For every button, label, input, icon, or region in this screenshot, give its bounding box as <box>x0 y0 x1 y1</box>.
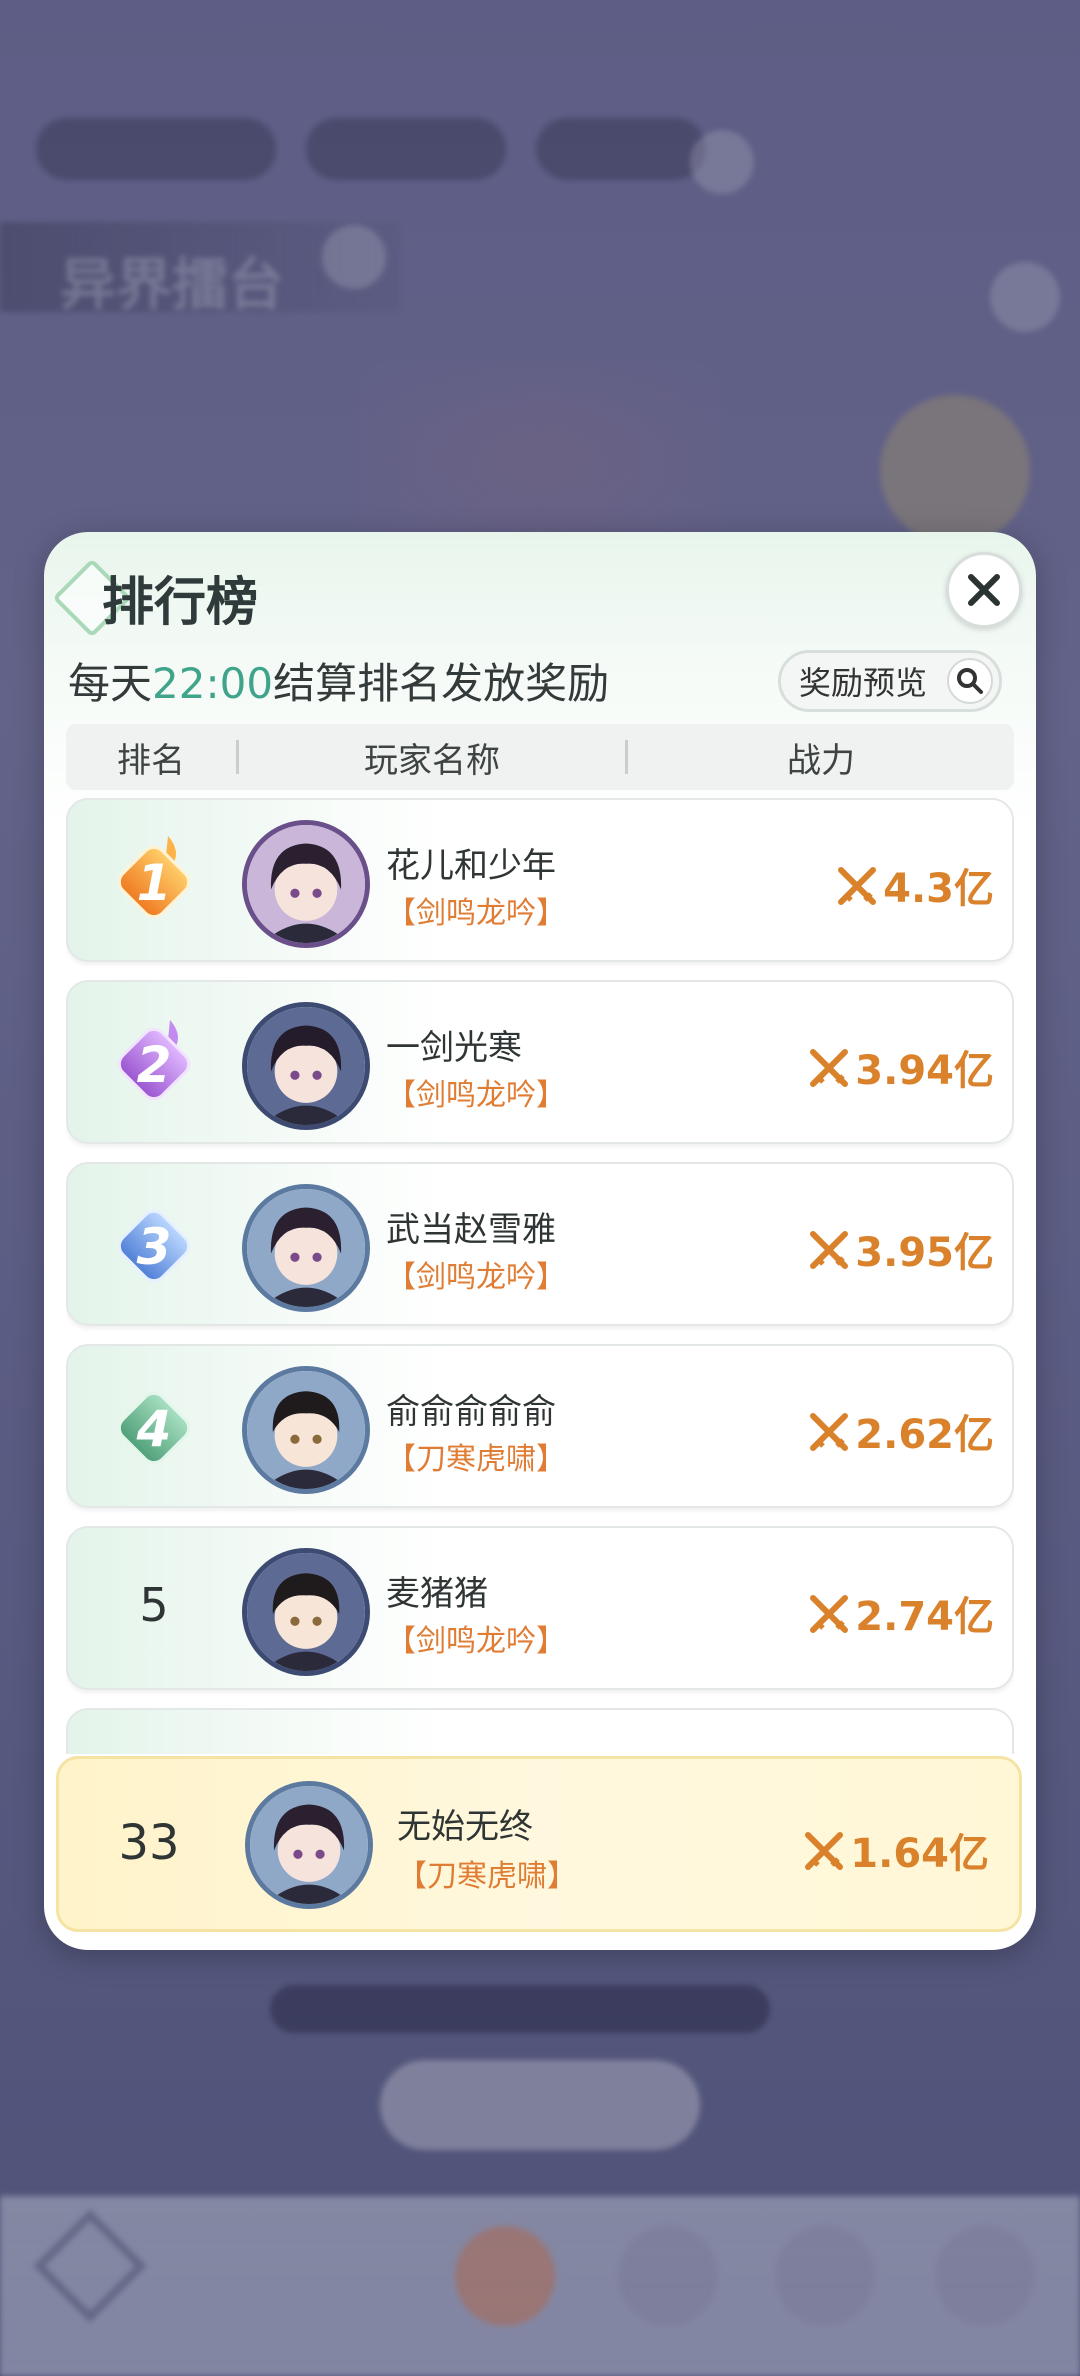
player-name: 花儿和少年 <box>386 846 556 886</box>
close-icon <box>968 574 1000 606</box>
table-header: 排名 玩家名称 战力 <box>66 724 1014 790</box>
column-power: 战力 <box>787 740 855 781</box>
ranking-row[interactable]: 2 一剑光寒 【剑鸣龙吟】 3.94亿 <box>66 980 1014 1144</box>
player-class: 【剑鸣龙吟】 <box>386 1624 566 1659</box>
power-value: 2.62亿 <box>809 1402 994 1460</box>
notice-time: 22:00 <box>152 659 274 708</box>
my-rank-number: 33 <box>118 1815 180 1871</box>
avatar <box>242 1184 370 1312</box>
crossed-swords-icon <box>810 1231 849 1269</box>
ranking-row[interactable]: 3 武当赵雪雅 【剑鸣龙吟】 3.95亿 <box>66 1162 1014 1326</box>
player-name: 一剑光寒 <box>386 1028 522 1068</box>
player-class: 【剑鸣龙吟】 <box>386 896 566 931</box>
reward-preview-button[interactable]: 奖励预览 <box>778 650 1002 712</box>
close-button[interactable] <box>946 552 1022 628</box>
avatar <box>242 820 370 948</box>
my-power-value: 1.64亿 <box>804 1821 989 1879</box>
rank-number: 4 <box>136 1400 172 1458</box>
power-number: 1.64亿 <box>850 1831 989 1877</box>
power-value: 3.95亿 <box>809 1220 994 1278</box>
modal-title: 排行榜 <box>102 573 259 633</box>
crossed-swords-icon <box>810 1595 849 1633</box>
power-number: 2.74亿 <box>855 1594 994 1640</box>
column-player-name: 玩家名称 <box>364 740 500 781</box>
ranking-row[interactable]: 4 俞俞俞俞俞 【刀寒虎啸】 2.62亿 <box>66 1344 1014 1508</box>
rank-number: 5 <box>139 1578 169 1632</box>
reward-preview-label: 奖励预览 <box>799 664 928 702</box>
column-rank: 排名 <box>117 740 185 781</box>
crossed-swords-icon <box>805 1832 844 1870</box>
crossed-swords-icon <box>838 867 877 905</box>
leaderboard-modal: 排行榜 每天22:00结算排名发放奖励 奖励预览 排名 玩家名称 战力 1 花儿… <box>44 532 1036 1950</box>
my-avatar <box>245 1781 373 1909</box>
avatar <box>242 1548 370 1676</box>
player-class: 【刀寒虎啸】 <box>386 1442 566 1477</box>
ranking-list[interactable]: 1 花儿和少年 【剑鸣龙吟】 4.3亿 2 一剑光寒 【剑鸣龙吟】 3.94亿 … <box>66 798 1014 1754</box>
rank-number: 1 <box>137 854 172 912</box>
my-ranking-row[interactable]: 33 无始无终 【刀寒虎啸】 1.64亿 <box>56 1756 1022 1932</box>
power-value: 3.94亿 <box>809 1038 994 1096</box>
avatar <box>242 1002 370 1130</box>
power-number: 3.94亿 <box>855 1048 994 1094</box>
power-number: 4.3亿 <box>883 866 994 912</box>
ranking-row-partial[interactable] <box>66 1708 1014 1754</box>
power-value: 4.3亿 <box>837 856 994 914</box>
notice-suffix: 结算排名发放奖励 <box>273 659 610 708</box>
my-player-name: 无始无终 <box>397 1807 533 1847</box>
rank-2-badge-icon: 2 <box>117 1020 191 1101</box>
rank-number: 3 <box>137 1218 172 1276</box>
player-class: 【剑鸣龙吟】 <box>386 1260 566 1295</box>
power-number: 3.95亿 <box>855 1230 994 1276</box>
search-icon <box>947 658 993 704</box>
rank-4-badge-icon: 4 <box>117 1391 191 1465</box>
crossed-swords-icon <box>810 1049 849 1087</box>
my-player-class: 【刀寒虎啸】 <box>397 1859 577 1894</box>
crossed-swords-icon <box>810 1413 849 1451</box>
player-name: 麦猪猪 <box>386 1574 488 1614</box>
notice-prefix: 每天 <box>68 659 153 708</box>
ranking-row[interactable]: 5 麦猪猪 【剑鸣龙吟】 2.74亿 <box>66 1526 1014 1690</box>
rank-3-badge-icon: 3 <box>117 1209 191 1283</box>
power-number: 2.62亿 <box>855 1412 994 1458</box>
player-name: 武当赵雪雅 <box>386 1210 556 1250</box>
player-name: 俞俞俞俞俞 <box>386 1392 556 1432</box>
ranking-row[interactable]: 1 花儿和少年 【剑鸣龙吟】 4.3亿 <box>66 798 1014 962</box>
settlement-notice: 每天22:00结算排名发放奖励 <box>68 650 609 711</box>
rank-number: 2 <box>137 1036 172 1094</box>
avatar <box>242 1366 370 1494</box>
power-value: 2.74亿 <box>809 1584 994 1642</box>
rank-1-badge-icon: 1 <box>117 836 191 919</box>
player-class: 【剑鸣龙吟】 <box>386 1078 566 1113</box>
